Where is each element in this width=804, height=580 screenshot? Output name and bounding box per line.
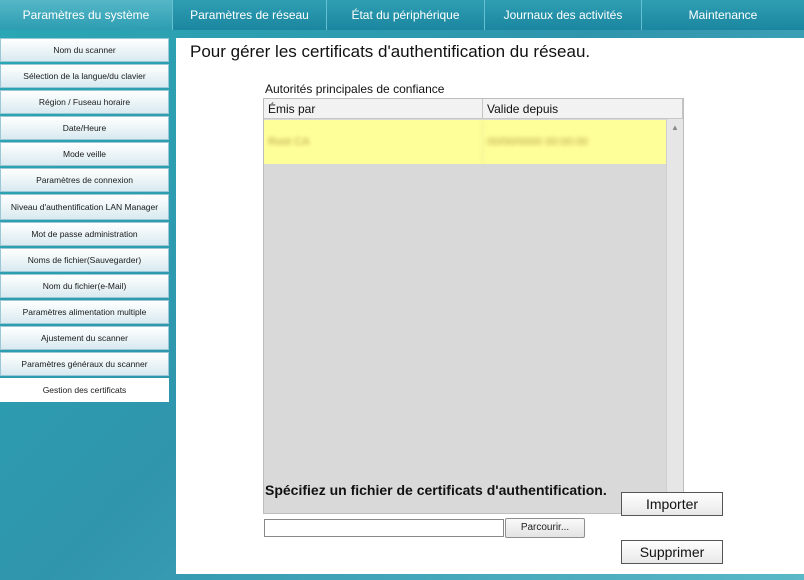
- sidebar-item-lan-manager-auth[interactable]: Niveau d'authentification LAN Manager: [0, 194, 169, 220]
- tab-device-status[interactable]: État du périphérique: [327, 0, 485, 30]
- specify-file-label: Spécifiez un fichier de certificats d'au…: [265, 482, 607, 498]
- cell-valid-from: 00/00/0000 00:00:00: [487, 136, 588, 148]
- column-header-issued-by[interactable]: Émis par: [264, 99, 483, 118]
- tab-activity-logs[interactable]: Journaux des activités: [485, 0, 642, 30]
- sidebar-item-sleep-mode[interactable]: Mode veille: [0, 142, 169, 166]
- browse-button[interactable]: Parcourir...: [505, 518, 585, 538]
- table-header: Émis par Valide depuis: [264, 99, 683, 119]
- table-scrollbar[interactable]: ▲ ▼: [666, 119, 683, 513]
- top-tab-bar: Paramètres du système Paramètres de rése…: [0, 0, 804, 30]
- sidebar-item-file-names-save[interactable]: Noms de fichier(Sauvegarder): [0, 248, 169, 272]
- tab-system-settings[interactable]: Paramètres du système: [0, 0, 173, 30]
- sidebar-item-file-name-email[interactable]: Nom du fichier(e-Mail): [0, 274, 169, 298]
- table-row[interactable]: Root CA 00/00/0000 00:00:00: [264, 120, 666, 164]
- sidebar-item-scanner-name[interactable]: Nom du scanner: [0, 38, 169, 62]
- tab-network-settings[interactable]: Paramètres de réseau: [173, 0, 327, 30]
- delete-button[interactable]: Supprimer: [621, 540, 723, 564]
- sidebar-item-connection-settings[interactable]: Paramètres de connexion: [0, 168, 169, 192]
- sidebar-item-certificate-management[interactable]: Gestion des certificats: [0, 378, 169, 402]
- certificate-table: Émis par Valide depuis Root CA 00/00/000…: [263, 98, 684, 514]
- scroll-up-icon[interactable]: ▲: [667, 121, 683, 135]
- sidebar-item-language-keyboard[interactable]: Sélection de la langue/du clavier: [0, 64, 169, 88]
- sidebar-item-date-time[interactable]: Date/Heure: [0, 116, 169, 140]
- certificate-file-input[interactable]: [264, 519, 504, 537]
- sidebar-item-general-scanner-settings[interactable]: Paramètres généraux du scanner: [0, 352, 169, 376]
- trusted-authorities-label: Autorités principales de confiance: [265, 82, 445, 96]
- sidebar: Nom du scanner Sélection de la langue/du…: [0, 38, 170, 404]
- import-button[interactable]: Importer: [621, 492, 723, 516]
- sidebar-item-region-timezone[interactable]: Région / Fuseau horaire: [0, 90, 169, 114]
- page-title: Pour gérer les certificats d'authentific…: [190, 42, 591, 61]
- sidebar-item-scanner-adjustment[interactable]: Ajustement du scanner: [0, 326, 169, 350]
- tab-maintenance[interactable]: Maintenance: [642, 0, 804, 30]
- sidebar-item-admin-password[interactable]: Mot de passe administration: [0, 222, 169, 246]
- sidebar-item-multifeed-settings[interactable]: Paramètres alimentation multiple: [0, 300, 169, 324]
- column-header-valid-from[interactable]: Valide depuis: [483, 99, 683, 118]
- main-panel: Pour gérer les certificats d'authentific…: [176, 38, 804, 574]
- cell-issued-by: Root CA: [264, 120, 483, 164]
